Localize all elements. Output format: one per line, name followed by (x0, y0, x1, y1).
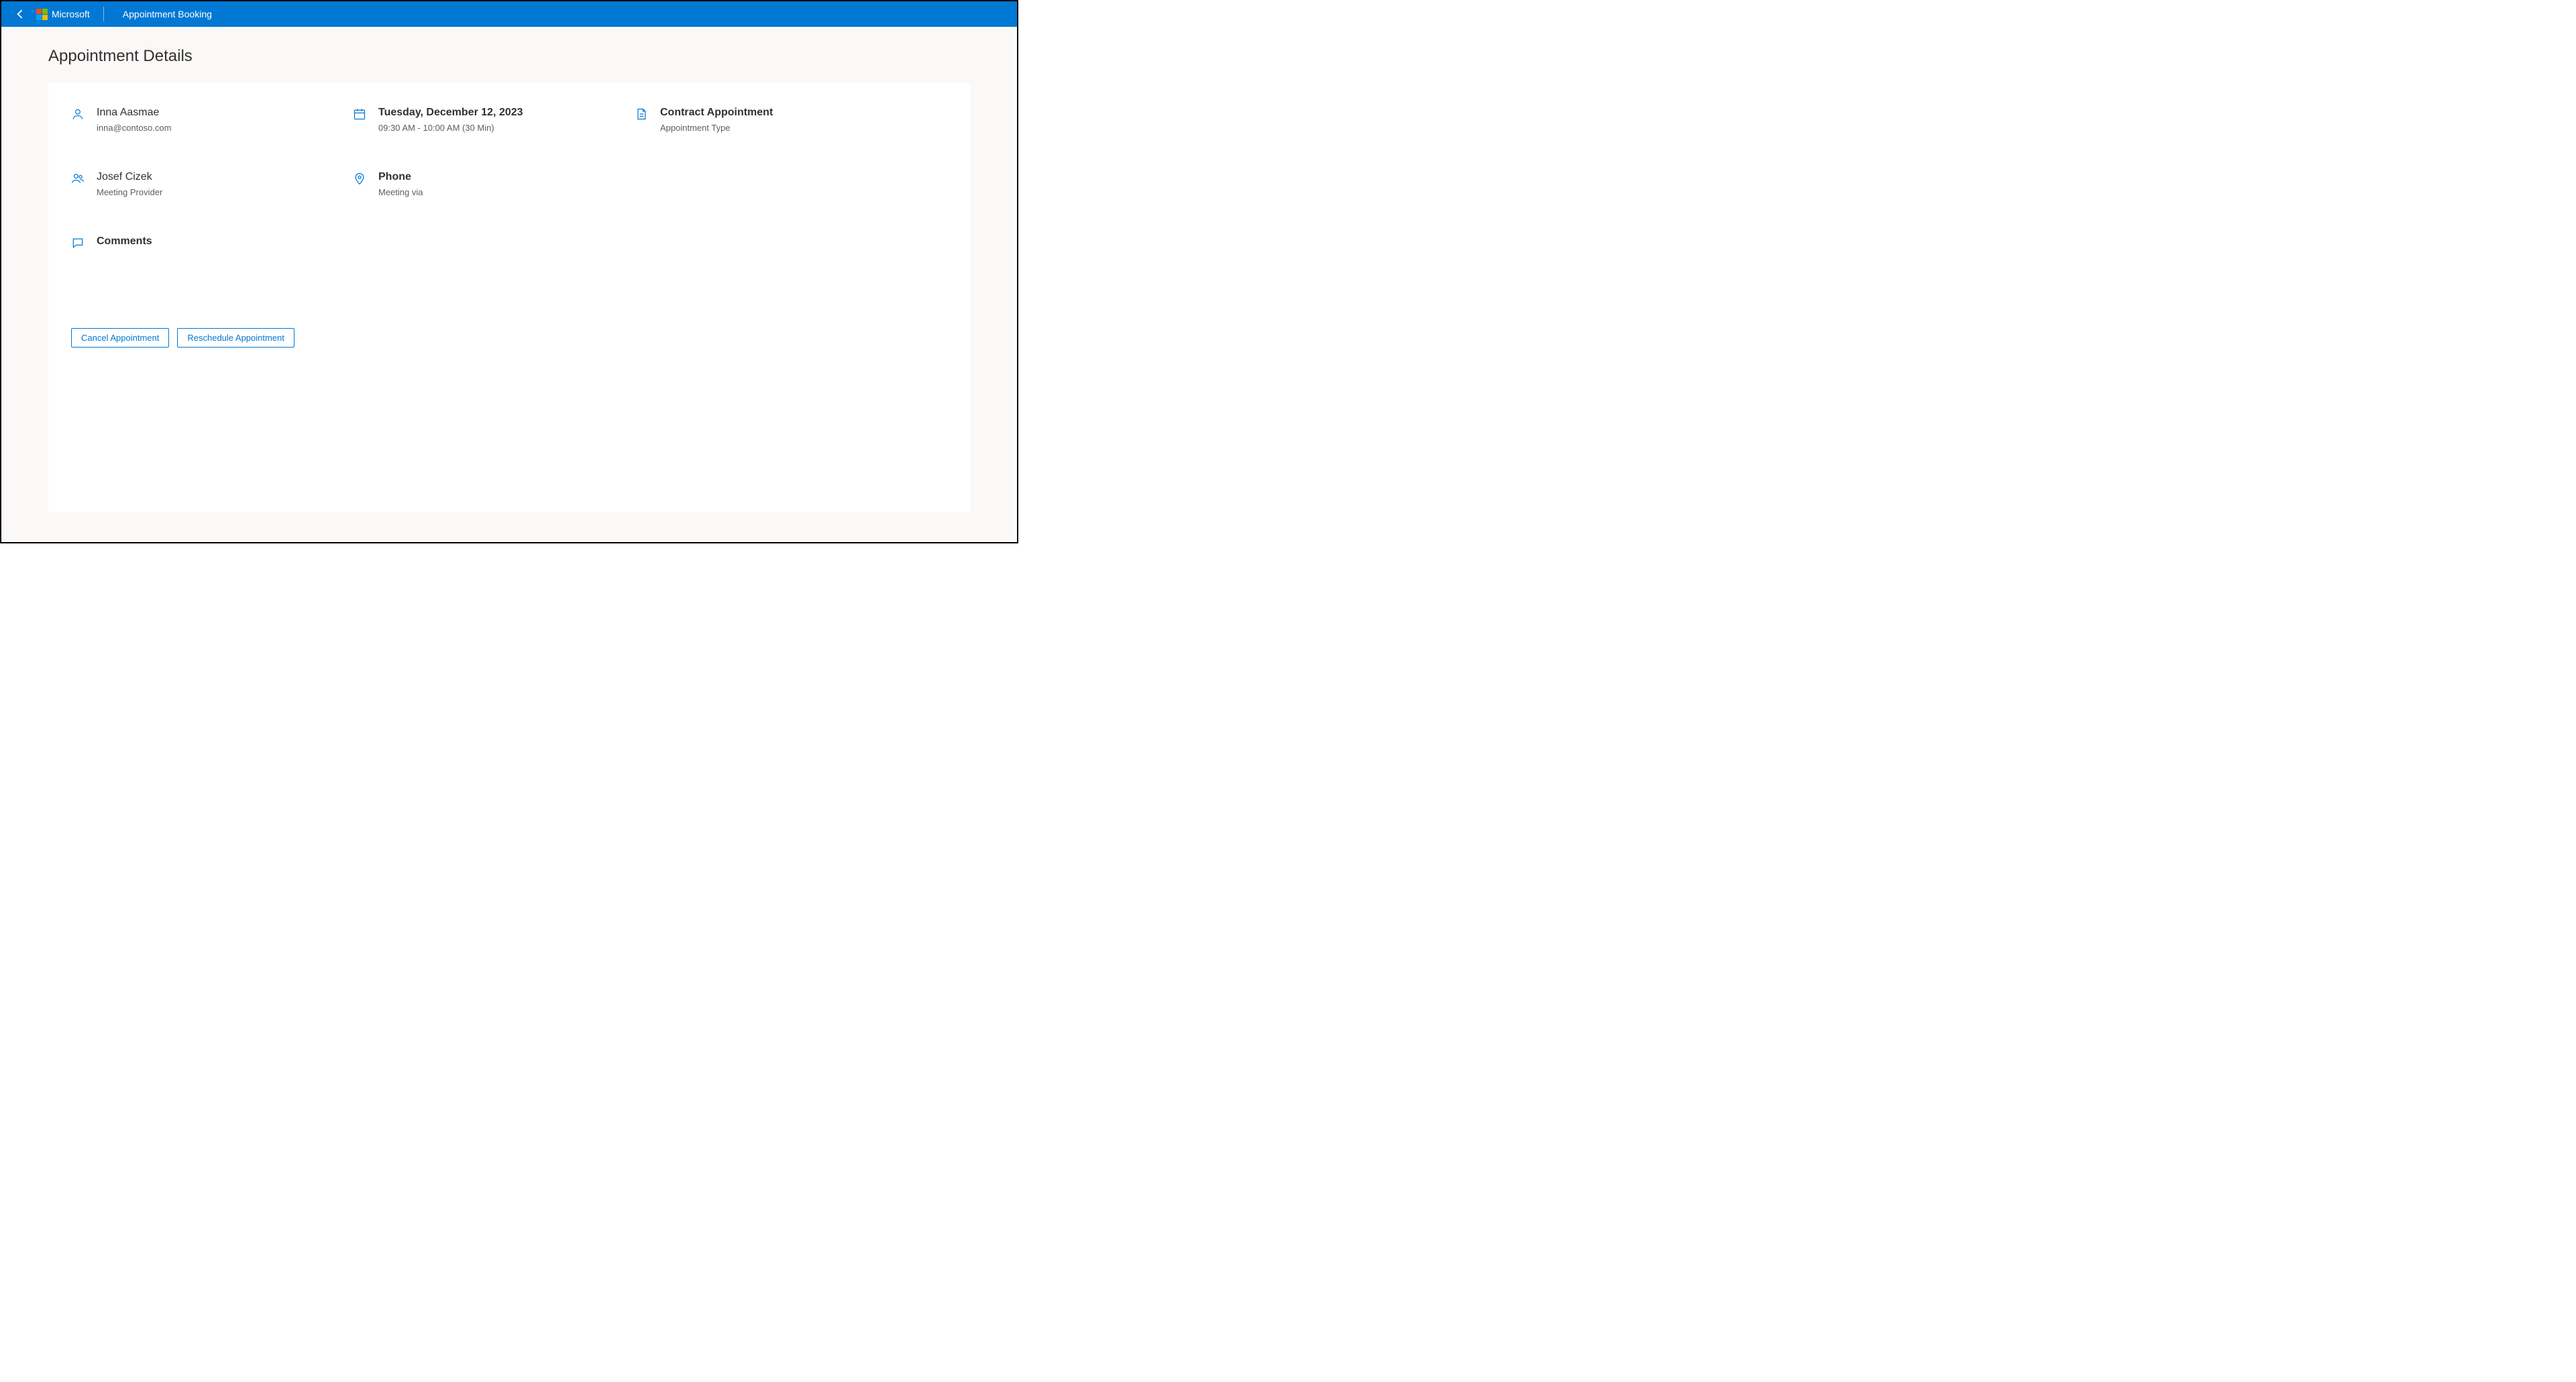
comment-icon (71, 236, 85, 250)
customer-email: inna@contoso.com (97, 123, 171, 133)
provider-name: Josef Cizek (97, 170, 162, 184)
comments-label: Comments (97, 235, 152, 249)
details-card: Inna Aasmae inna@contoso.com Tuesday, De… (48, 83, 970, 513)
appointment-type-sub: Appointment Type (660, 123, 773, 133)
date-field: Tuesday, December 12, 2023 09:30 AM - 10… (353, 106, 635, 133)
microsoft-logo-icon (36, 9, 48, 20)
page-title: Appointment Details (48, 47, 970, 66)
header-divider (103, 7, 104, 21)
meeting-via-title: Phone (378, 170, 423, 184)
meeting-via-field: Phone Meeting via (353, 170, 635, 197)
meeting-via-sub: Meeting via (378, 187, 423, 197)
appointment-type-title: Contract Appointment (660, 106, 773, 120)
appointment-time: 09:30 AM - 10:00 AM (30 Min) (378, 123, 523, 133)
appointment-date: Tuesday, December 12, 2023 (378, 106, 523, 120)
brand-text: Microsoft (52, 9, 90, 19)
calendar-icon (353, 107, 366, 121)
comments-text (97, 251, 152, 264)
document-icon (635, 107, 648, 121)
page-content: Appointment Details Inna Aasmae inna@con… (1, 27, 1017, 542)
cancel-appointment-button[interactable]: Cancel Appointment (71, 328, 169, 348)
empty-cell (635, 170, 916, 197)
microsoft-logo[interactable]: Microsoft (36, 9, 90, 20)
customer-name: Inna Aasmae (97, 106, 171, 120)
header-title: Appointment Booking (123, 9, 212, 19)
reschedule-appointment-button[interactable]: Reschedule Appointment (177, 328, 294, 348)
location-icon (353, 172, 366, 185)
back-button[interactable] (13, 7, 27, 21)
people-icon (71, 172, 85, 185)
type-field: Contract Appointment Appointment Type (635, 106, 916, 133)
comments-field: Comments (71, 235, 353, 265)
provider-field: Josef Cizek Meeting Provider (71, 170, 353, 197)
app-header: Microsoft Appointment Booking (1, 1, 1017, 27)
provider-role: Meeting Provider (97, 187, 162, 197)
action-row: Cancel Appointment Reschedule Appointmen… (71, 328, 947, 348)
customer-field: Inna Aasmae inna@contoso.com (71, 106, 353, 133)
person-icon (71, 107, 85, 121)
